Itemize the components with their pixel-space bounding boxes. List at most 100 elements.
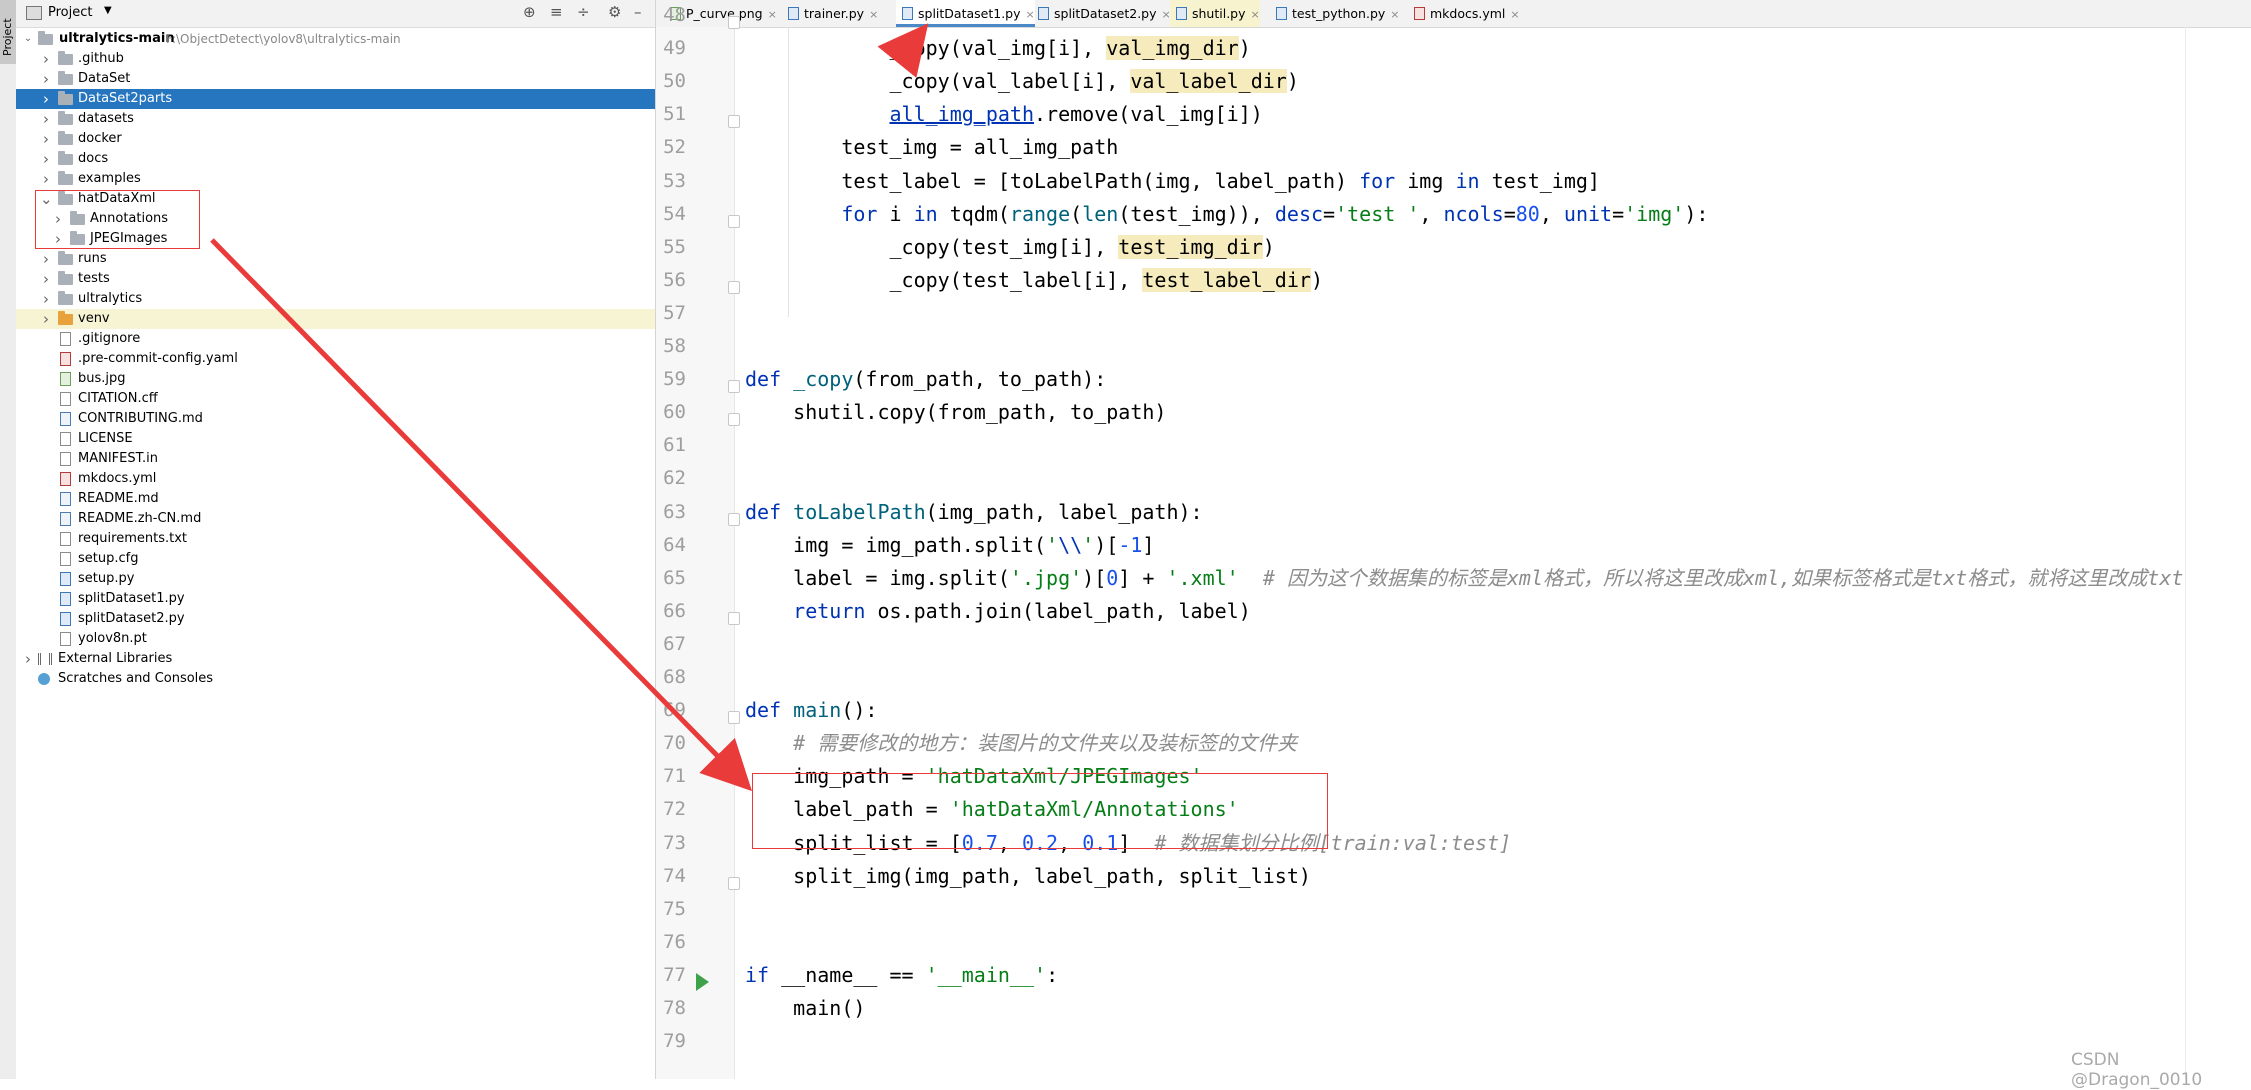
tab-mkdocs-yml[interactable]: mkdocs.yml ×: [1408, 0, 1520, 27]
chevron-right-icon[interactable]: ›: [40, 269, 52, 289]
tree-item-scratches[interactable]: Scratches and Consoles: [16, 669, 655, 689]
tree-item-yolov8n-pt[interactable]: yolov8n.pt: [16, 629, 655, 649]
tree-item-splitdataset1-py[interactable]: splitDataset1.py: [16, 589, 655, 609]
chevron-down-icon[interactable]: ▼: [104, 5, 112, 16]
code-line: test_img = all_img_path: [745, 131, 1118, 164]
minimize-icon[interactable]: –: [634, 3, 642, 21]
tree-item-splitdataset2-py[interactable]: splitDataset2.py: [16, 609, 655, 629]
code-token: ():: [841, 698, 878, 723]
tree-item-tests[interactable]: › tests: [16, 269, 655, 289]
tree-item-label: README.zh-CN.md: [78, 511, 202, 526]
chevron-right-icon[interactable]: ›: [40, 69, 52, 89]
tab-label: test_python.py: [1292, 6, 1386, 21]
code-token: =: [1503, 201, 1516, 226]
line-number: 74: [663, 864, 686, 887]
tree-item-label: DataSet2parts: [78, 91, 173, 106]
line-number: 66: [663, 599, 686, 622]
chevron-right-icon[interactable]: ›: [40, 49, 52, 69]
tree-item-readme-zh-cn-md[interactable]: README.zh-CN.md: [16, 509, 655, 529]
tab-shutil-py[interactable]: shutil.py ×: [1170, 0, 1260, 27]
code-token: def: [745, 698, 782, 723]
chevron-right-icon[interactable]: ›: [40, 249, 52, 269]
code-token: test_img_dir: [1118, 234, 1263, 259]
chevron-right-icon[interactable]: ›: [40, 129, 52, 149]
tree-item-external-libraries[interactable]: › External Libraries: [16, 649, 655, 669]
close-icon[interactable]: ×: [869, 8, 878, 21]
chevron-right-icon[interactable]: ›: [40, 109, 52, 129]
code-token: all_img_path: [889, 102, 1035, 127]
code-editor[interactable]: for i in tqdm(range(len(val_img)), desc=…: [735, 27, 2185, 1079]
tab-label: trainer.py: [804, 6, 865, 21]
project-tool-window-tab[interactable]: Project: [0, 0, 16, 64]
code-token: ,: [1539, 201, 1564, 226]
chevron-right-icon[interactable]: ›: [40, 169, 52, 189]
md-file-icon: [60, 512, 71, 526]
tree-item-label: CITATION.cff: [78, 391, 158, 406]
code-token: toLabelPath: [793, 499, 926, 524]
tree-item-setup-cfg[interactable]: setup.cfg: [16, 549, 655, 569]
code-token: 'img': [1624, 201, 1685, 226]
tab-trainer-py[interactable]: trainer.py ×: [782, 0, 878, 27]
line-number: 57: [663, 301, 686, 324]
line-number: 53: [663, 169, 686, 192]
locate-icon[interactable]: ⊕: [523, 3, 536, 21]
close-icon[interactable]: ×: [1390, 8, 1399, 21]
code-line: def main():: [745, 694, 877, 727]
settings-icon[interactable]: ⚙: [608, 3, 621, 21]
line-number: 72: [663, 798, 686, 821]
tab-splitdataset2-py[interactable]: splitDataset2.py ×: [1032, 0, 1171, 27]
tab-label: mkdocs.yml: [1430, 6, 1506, 21]
code-line: _copy(test_img[i], test_img_dir): [745, 231, 1275, 264]
tree-item-mkdocs-yml[interactable]: mkdocs.yml: [16, 469, 655, 489]
code-token: :: [1046, 962, 1059, 987]
run-icon[interactable]: [696, 972, 709, 991]
chevron-right-icon[interactable]: ›: [22, 649, 34, 669]
tree-root[interactable]: ⌄ ultralytics-main F:\ObjectDetect\yolov…: [16, 29, 655, 49]
code-token: (from_path, to_path):: [853, 367, 1107, 392]
tree-item-pre-commit-config-yaml[interactable]: .pre-commit-config.yaml: [16, 349, 655, 369]
tree-item-docker[interactable]: › docker: [16, 129, 655, 149]
tree-item-requirements-txt[interactable]: requirements.txt: [16, 529, 655, 549]
chevron-down-icon[interactable]: ⌄: [22, 29, 34, 49]
tree-item-dataset[interactable]: › DataSet: [16, 69, 655, 89]
code-token: shutil.copy(from_path, to_path): [745, 400, 1167, 425]
close-icon[interactable]: ×: [1251, 8, 1260, 21]
code-line: for i in tqdm(range(len(test_img)), desc…: [745, 198, 1708, 231]
md-file-icon: [60, 492, 71, 506]
tree-item-runs[interactable]: › runs: [16, 249, 655, 269]
chevron-right-icon[interactable]: ›: [40, 289, 52, 309]
line-number: 49: [663, 37, 686, 60]
close-icon[interactable]: ×: [768, 8, 777, 21]
tab-splitdataset1-py[interactable]: splitDataset1.py ×: [896, 0, 1035, 27]
chevron-right-icon[interactable]: ›: [40, 149, 52, 169]
tree-item-datasets[interactable]: › datasets: [16, 109, 655, 129]
root-folder-name: ultralytics-main: [59, 31, 175, 46]
tree-item-examples[interactable]: › examples: [16, 169, 655, 189]
chevron-right-icon[interactable]: ›: [40, 89, 52, 109]
tab-test-python-py[interactable]: test_python.py ×: [1270, 0, 1400, 27]
tree-item-bus-jpg[interactable]: bus.jpg: [16, 369, 655, 389]
close-icon[interactable]: ×: [1510, 8, 1519, 21]
tree-item-citation-cff[interactable]: CITATION.cff: [16, 389, 655, 409]
tree-item-gitignore[interactable]: .gitignore: [16, 329, 655, 349]
tree-item-ultralytics[interactable]: › ultralytics: [16, 289, 655, 309]
code-token: ): [1286, 69, 1299, 94]
collapse-all-icon[interactable]: ÷: [577, 3, 590, 21]
tab-label: splitDataset2.py: [1054, 6, 1157, 21]
tree-item-license[interactable]: LICENSE: [16, 429, 655, 449]
expand-all-icon[interactable]: ≡: [550, 3, 563, 21]
chevron-right-icon[interactable]: ›: [40, 309, 52, 329]
tree-item-setup-py[interactable]: setup.py: [16, 569, 655, 589]
tree-item-contributing-md[interactable]: CONTRIBUTING.md: [16, 409, 655, 429]
tree-item-readme-md[interactable]: README.md: [16, 489, 655, 509]
tree-item-github[interactable]: › .github: [16, 49, 655, 69]
project-view-selector[interactable]: Project: [48, 5, 92, 20]
tree-item-venv[interactable]: › venv: [16, 309, 655, 329]
tree-item-dataset2parts[interactable]: › DataSet2parts: [16, 89, 655, 109]
line-number: 59: [663, 368, 686, 391]
tree-item-docs[interactable]: › docs: [16, 149, 655, 169]
tree-item-manifest-in[interactable]: MANIFEST.in: [16, 449, 655, 469]
code-token: _copy(test_label[i],: [745, 267, 1143, 292]
